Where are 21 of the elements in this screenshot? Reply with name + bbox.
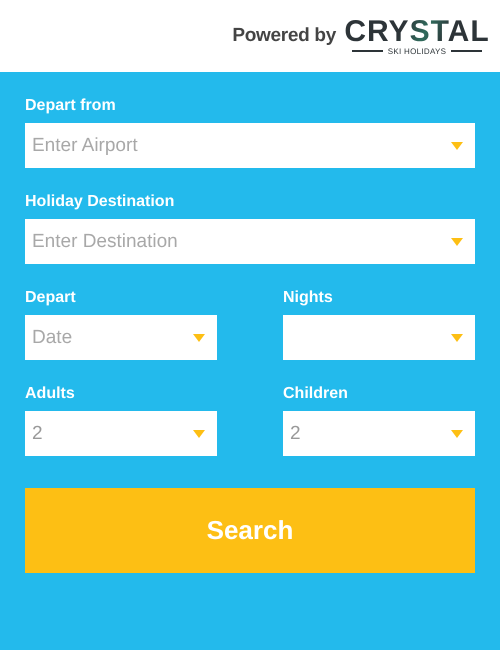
dropdown-field[interactable]: 2 [283, 411, 475, 456]
dropdown-field[interactable]: 2 [25, 411, 217, 456]
dropdown-field[interactable] [283, 315, 475, 360]
field-label: Depart [25, 289, 77, 308]
dropdown-field[interactable]: Enter Airport [25, 123, 475, 168]
field-label: Children [283, 385, 349, 404]
powered-by-label: Powered by [232, 25, 336, 47]
field-label: Holiday Destination [25, 193, 176, 212]
dropdown-field[interactable]: Date [25, 315, 217, 360]
caret-icon [451, 334, 463, 342]
caret-icon [193, 334, 205, 342]
caret-icon [193, 430, 205, 438]
field-label: Nights [283, 289, 334, 308]
logo-tagline: SKI HOLIDAYS [388, 46, 446, 56]
caret-icon [451, 238, 463, 246]
caret-icon [451, 142, 463, 150]
field-label: Depart from [25, 97, 117, 116]
caret-icon [451, 430, 463, 438]
field-label: Adults [25, 385, 76, 404]
dropdown-field[interactable]: Enter Destination [25, 219, 475, 264]
search-button[interactable]: Search [25, 488, 475, 573]
